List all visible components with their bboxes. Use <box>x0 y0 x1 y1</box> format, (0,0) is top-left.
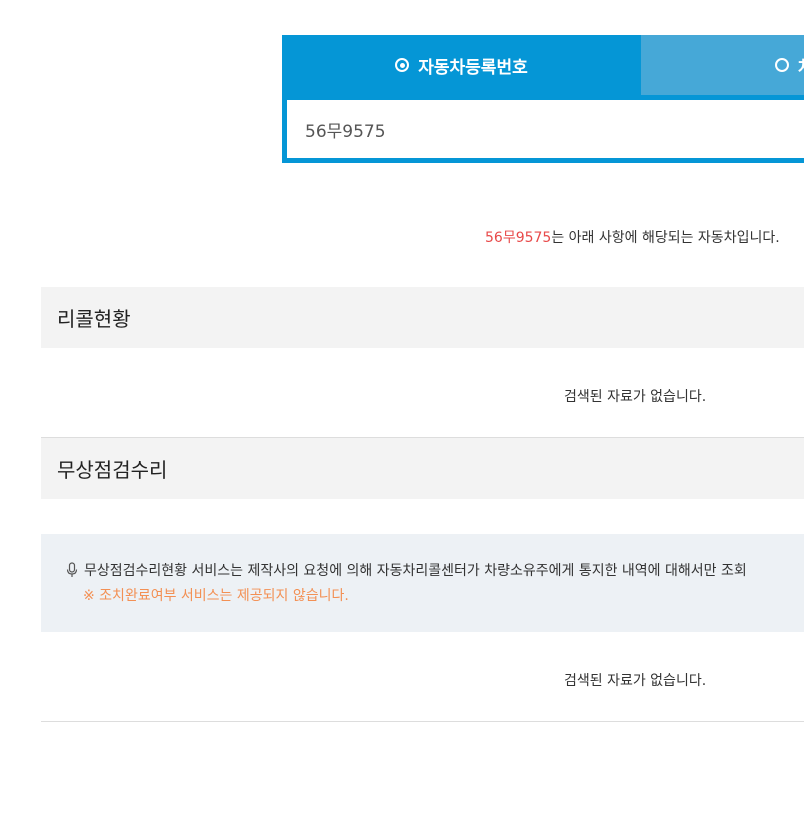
radio-selected-icon <box>395 58 410 72</box>
free-repair-notice: 무상점검수리현황 서비스는 제작사의 요청에 의해 자동차리콜센터가 차량소유주… <box>41 534 804 632</box>
notice-text: 무상점검수리현황 서비스는 제작사의 요청에 의해 자동차리콜센터가 차량소유주… <box>84 563 747 579</box>
microphone-icon <box>66 562 78 577</box>
notice-line-1: 무상점검수리현황 서비스는 제작사의 요청에 의해 자동차리콜센터가 차량소유주… <box>65 560 747 580</box>
plate-input-wrapper <box>282 95 804 163</box>
result-message-suffix: 는 아래 사항에 해당되는 자동차입니다. <box>551 230 780 246</box>
page: 자동차등록번호 차 56무9575는 아래 사항에 해당되는 자동차입니다. 리… <box>0 0 804 831</box>
divider <box>41 721 804 722</box>
free-repair-empty-message: 검색된 자료가 없습니다. <box>564 673 707 689</box>
plate-number-input[interactable] <box>287 118 804 140</box>
recall-title: 리콜현황 <box>57 307 131 331</box>
tab-other-label: 차 <box>798 53 804 78</box>
free-repair-section-title: 무상점검수리 <box>41 438 804 499</box>
notice-warning: ※ 조치완료여부 서비스는 제공되지 않습니다. <box>83 588 349 604</box>
search-box: 자동차등록번호 차 <box>282 35 804 163</box>
tab-plate-number-label: 자동차등록번호 <box>418 57 528 78</box>
result-plate: 56무9575 <box>485 230 552 246</box>
tab-plate-number[interactable]: 자동차등록번호 <box>282 35 641 95</box>
free-repair-title: 무상점검수리 <box>57 458 168 482</box>
radio-unselected-icon <box>775 58 789 72</box>
recall-empty-message: 검색된 자료가 없습니다. <box>564 389 707 405</box>
search-tabs: 자동차등록번호 차 <box>282 35 804 95</box>
recall-section-title: 리콜현황 <box>41 287 804 348</box>
result-message: 56무9575는 아래 사항에 해당되는 자동차입니다. <box>485 227 780 247</box>
tab-other[interactable]: 차 <box>641 35 804 95</box>
